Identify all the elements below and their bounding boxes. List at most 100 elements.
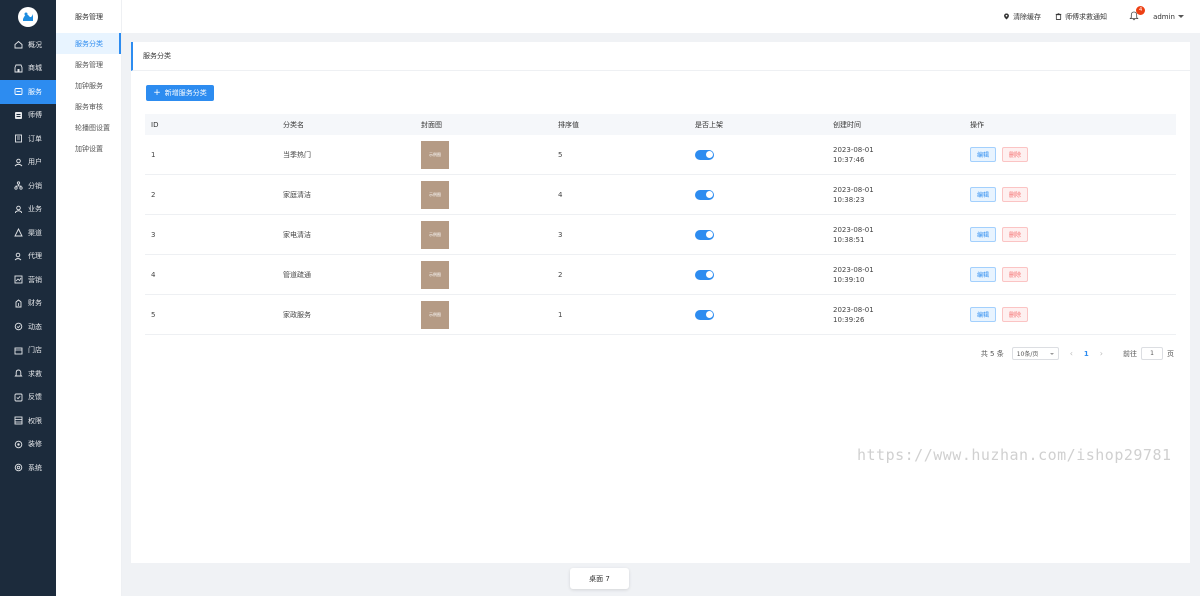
home-icon [14, 40, 23, 49]
sidebar-item-user[interactable]: 用户 [0, 151, 56, 175]
on-shelf-toggle[interactable] [695, 189, 714, 200]
header-created: 创建时间 [833, 120, 861, 129]
sidebar-item-distribution[interactable]: 分销 [0, 174, 56, 198]
on-shelf-toggle[interactable] [695, 309, 714, 320]
cover-image[interactable]: 示例图 [421, 140, 449, 169]
sidebar-item-store[interactable]: 门店 [0, 339, 56, 363]
sidebar-item-business[interactable]: 业务 [0, 198, 56, 222]
submenu-item[interactable]: 加钟设置 [56, 138, 121, 159]
dynamic-icon [14, 322, 23, 331]
delete-button[interactable]: 删除 [1002, 267, 1029, 282]
pagination: 共 5 条 10条/页 ‹ 1 › 前往 1 页 [981, 347, 1174, 360]
store-icon [14, 346, 23, 355]
chevron-down-icon [1049, 352, 1054, 355]
edit-button[interactable]: 编辑 [970, 227, 997, 242]
table-row: 4 管道疏通 示例图 2 2023-08-01 10:39:10 编辑 删除 [145, 255, 1176, 295]
edit-button[interactable]: 编辑 [970, 147, 997, 162]
table-row: 5 家政服务 示例图 1 2023-08-01 10:39:26 编辑 删除 [145, 295, 1176, 335]
permission-icon [14, 416, 23, 425]
cell-id: 1 [151, 150, 156, 159]
cover-image[interactable]: 示例图 [421, 220, 449, 249]
delete-button[interactable]: 删除 [1002, 147, 1029, 162]
trash-icon [1055, 13, 1062, 20]
submenu-item[interactable]: 轮播图设置 [56, 117, 121, 138]
page-jump-input[interactable]: 1 [1141, 347, 1163, 360]
sidebar-item-sos[interactable]: 求救 [0, 362, 56, 386]
cell-time: 10:39:10 [833, 275, 865, 284]
sidebar-item-agent[interactable]: 代理 [0, 245, 56, 269]
sos-notice-button[interactable]: 师傅求救通知 [1055, 12, 1107, 22]
on-shelf-toggle[interactable] [695, 229, 714, 240]
submenu-item[interactable]: 服务管理 [56, 54, 121, 75]
sidebar-item-feedback[interactable]: 反馈 [0, 386, 56, 410]
table-row: 1 当季热门 示例图 5 2023-08-01 10:37:46 编辑 删除 [145, 135, 1176, 175]
agent-icon [14, 252, 23, 261]
caret-down-icon [1178, 15, 1184, 18]
cell-name: 管道疏通 [283, 270, 311, 279]
cell-time: 10:38:23 [833, 195, 865, 204]
system-icon [14, 463, 23, 472]
cover-image[interactable]: 示例图 [421, 300, 449, 329]
cover-image[interactable]: 示例图 [421, 180, 449, 209]
notification-bell[interactable]: 4 [1129, 5, 1146, 23]
submenu-item[interactable]: 服务分类 [56, 33, 121, 54]
sidebar-item-channel[interactable]: 渠道 [0, 221, 56, 245]
category-table: ID 分类名 封面图 排序值 是否上架 创建时间 操作 1 当季热门 示例图 5 202… [145, 114, 1176, 335]
sidebar-item-label: 服务 [28, 87, 42, 96]
clear-cache-button[interactable]: 清除缓存 [1003, 12, 1041, 22]
sidebar-item-label: 师傅 [28, 111, 42, 120]
cell-time: 10:38:51 [833, 235, 865, 244]
add-category-button[interactable]: + 新增服务分类 [146, 85, 214, 101]
app-logo[interactable] [0, 0, 56, 33]
order-icon [14, 134, 23, 143]
desktop-tab[interactable]: 桌面 7 [570, 568, 629, 589]
cell-sort: 5 [558, 150, 563, 159]
sidebar-item-worker[interactable]: 师傅 [0, 104, 56, 128]
cover-image[interactable]: 示例图 [421, 260, 449, 289]
header-actions: 操作 [970, 120, 984, 129]
plus-icon: + [153, 87, 161, 98]
sidebar-item-permission[interactable]: 权限 [0, 409, 56, 433]
marketing-icon [14, 275, 23, 284]
watermark: https://www.huzhan.com/ishop29781 [857, 446, 1172, 464]
feedback-icon [14, 393, 23, 402]
sidebar-item-shop[interactable]: 商城 [0, 57, 56, 81]
channel-icon [14, 228, 23, 237]
delete-button[interactable]: 删除 [1002, 227, 1029, 242]
sidebar-item-dynamic[interactable]: 动态 [0, 315, 56, 339]
distribution-icon [14, 181, 23, 190]
delete-button[interactable]: 删除 [1002, 307, 1029, 322]
submenu-item[interactable]: 加钟服务 [56, 75, 121, 96]
sidebar-item-label: 财务 [28, 299, 42, 308]
sos-icon [14, 369, 23, 378]
sidebar-item-finance[interactable]: 财务 [0, 292, 56, 316]
sidebar-item-service[interactable]: 服务 [0, 80, 56, 104]
on-shelf-toggle[interactable] [695, 269, 714, 280]
prev-page-button[interactable]: ‹ [1070, 349, 1073, 358]
cell-name: 家电清洁 [283, 230, 311, 239]
edit-button[interactable]: 编辑 [970, 307, 997, 322]
header-on-shelf: 是否上架 [695, 120, 723, 129]
page-number-current[interactable]: 1 [1084, 350, 1089, 358]
submenu-item[interactable]: 服务审核 [56, 96, 121, 117]
delete-button[interactable]: 删除 [1002, 187, 1029, 202]
sidebar-item-label: 订单 [28, 134, 42, 143]
sidebar-item-decoration[interactable]: 装修 [0, 433, 56, 457]
next-page-button[interactable]: › [1100, 349, 1103, 358]
sidebar-item-label: 求救 [28, 369, 42, 378]
edit-button[interactable]: 编辑 [970, 267, 997, 282]
user-menu[interactable]: admin [1153, 13, 1184, 21]
sidebar-item-label: 反馈 [28, 393, 42, 402]
sidebar-item-home[interactable]: 概况 [0, 33, 56, 57]
edit-button[interactable]: 编辑 [970, 187, 997, 202]
on-shelf-toggle[interactable] [695, 149, 714, 160]
content-card: 服务分类 + 新增服务分类 ID 分类名 封面图 排序值 是否上架 创建时间 操… [131, 42, 1190, 563]
card-title: 服务分类 [131, 42, 1190, 71]
sidebar-item-label: 渠道 [28, 228, 42, 237]
cell-date: 2023-08-01 [833, 225, 874, 234]
sidebar-item-marketing[interactable]: 营销 [0, 268, 56, 292]
top-header: 清除缓存 师傅求救通知 4 admin [122, 0, 1200, 33]
sidebar-item-order[interactable]: 订单 [0, 127, 56, 151]
page-size-select[interactable]: 10条/页 [1011, 347, 1059, 360]
sidebar-item-system[interactable]: 系统 [0, 456, 56, 480]
